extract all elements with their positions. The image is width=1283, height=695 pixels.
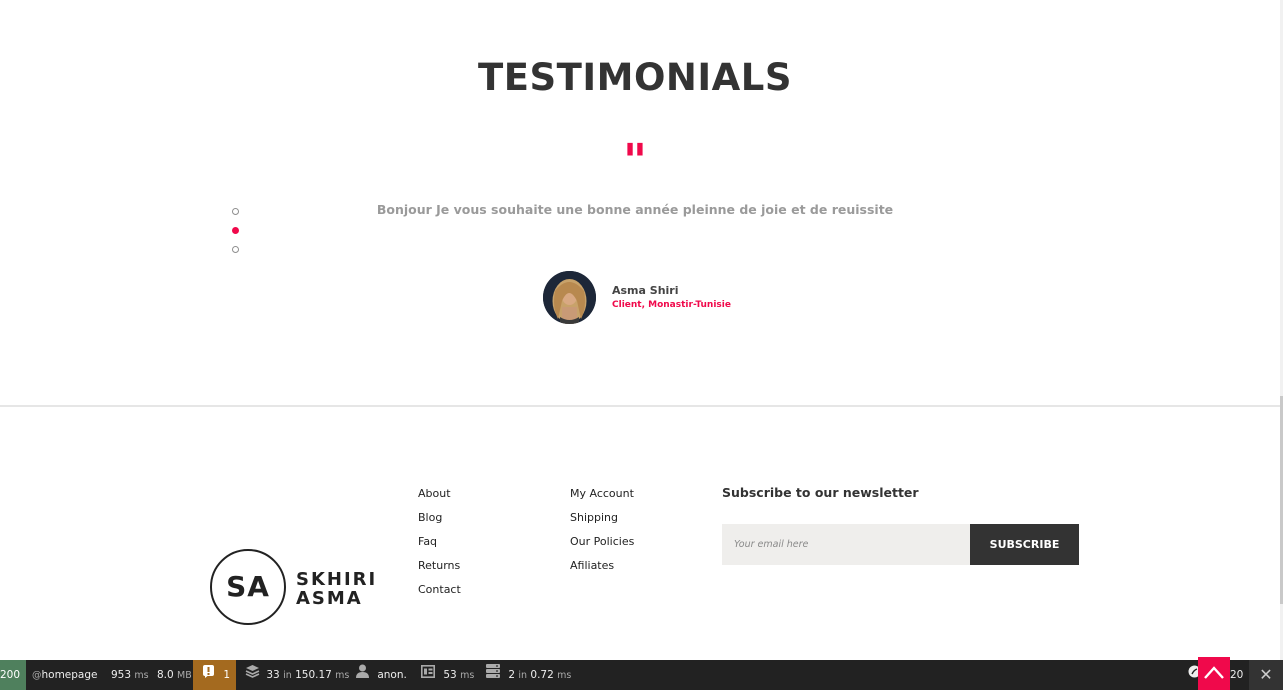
footer-link-faq[interactable]: Faq bbox=[418, 535, 461, 559]
memory-value: 8.0 bbox=[157, 669, 174, 681]
logo-line-1: SKHIRI bbox=[296, 569, 378, 590]
toolbar-twig[interactable]: 53 ms bbox=[421, 660, 474, 690]
toolbar-close-button[interactable]: ✕ bbox=[1249, 660, 1283, 690]
newsletter-email-input[interactable] bbox=[722, 524, 970, 565]
chevron-up-icon bbox=[1204, 666, 1224, 679]
time-value: 953 bbox=[111, 669, 132, 681]
memory-unit: MB bbox=[177, 670, 192, 681]
alert-icon bbox=[203, 660, 214, 690]
quote-mark-icon: " bbox=[623, 134, 647, 188]
user-name: anon. bbox=[377, 669, 407, 681]
template-icon bbox=[421, 660, 435, 690]
version-fragment: 20 bbox=[1230, 669, 1244, 681]
footer-link-contact[interactable]: Contact bbox=[418, 583, 461, 607]
cache-unit: ms bbox=[557, 670, 572, 681]
time-unit: ms bbox=[134, 670, 149, 681]
testimonials-title: TESTIMONIALS bbox=[477, 56, 793, 99]
database-layers-icon bbox=[245, 660, 260, 690]
cache-server-icon bbox=[486, 660, 500, 690]
route-prefix: @ bbox=[32, 670, 42, 681]
twig-time: 53 bbox=[443, 669, 457, 681]
toolbar-user[interactable]: anon. bbox=[356, 660, 407, 690]
footer-links-column-1: About Blog Faq Returns Contact bbox=[418, 487, 461, 607]
newsletter-title: Subscribe to our newsletter bbox=[722, 485, 919, 500]
db-unit: ms bbox=[335, 670, 350, 681]
toolbar-time[interactable]: 953 ms bbox=[111, 660, 149, 690]
db-in: in bbox=[283, 670, 292, 681]
scroll-to-top-button[interactable] bbox=[1198, 657, 1230, 690]
footer-link-afiliates[interactable]: Afiliates bbox=[570, 559, 634, 583]
footer-links-column-2: My Account Shipping Our Policies Afiliat… bbox=[570, 487, 634, 583]
logo-initials: SA bbox=[226, 570, 270, 603]
footer-link-shipping[interactable]: Shipping bbox=[570, 511, 634, 535]
alert-count: 1 bbox=[223, 669, 231, 681]
footer-link-blog[interactable]: Blog bbox=[418, 511, 461, 535]
author-name: Asma Shiri bbox=[612, 284, 679, 297]
status-code-text: 200 bbox=[0, 669, 21, 681]
cache-calls: 2 bbox=[508, 669, 516, 681]
testimonial-text: Bonjour Je vous souhaite une bonne année… bbox=[376, 202, 894, 217]
db-time: 150.17 bbox=[295, 669, 332, 681]
slider-dot-2-active[interactable] bbox=[232, 227, 239, 234]
debug-toolbar: 200 @homepage 953 ms 8.0 MB 1 33 in 150.… bbox=[0, 660, 1283, 690]
cache-in: in bbox=[518, 670, 528, 681]
footer-link-returns[interactable]: Returns bbox=[418, 559, 461, 583]
logo-line-2: ASMA bbox=[296, 588, 363, 609]
cache-time: 0.72 bbox=[530, 669, 554, 681]
toolbar-database[interactable]: 33 in 150.17 ms bbox=[245, 660, 349, 690]
slider-dot-3[interactable] bbox=[232, 246, 239, 253]
toolbar-route[interactable]: @homepage bbox=[32, 660, 98, 690]
toolbar-status-code[interactable]: 200 bbox=[0, 660, 26, 690]
author-role: Client, Monastir-Tunisie bbox=[612, 300, 731, 310]
toolbar-memory[interactable]: 8.0 MB bbox=[157, 660, 192, 690]
user-icon bbox=[356, 660, 369, 690]
subscribe-button[interactable]: SUBSCRIBE bbox=[970, 524, 1079, 565]
footer-link-my-account[interactable]: My Account bbox=[570, 487, 634, 511]
footer-divider bbox=[0, 405, 1280, 407]
route-name: homepage bbox=[41, 669, 98, 681]
toolbar-cache[interactable]: 2 in 0.72 ms bbox=[486, 660, 571, 690]
toolbar-alerts[interactable]: 1 bbox=[193, 660, 236, 690]
footer-link-about[interactable]: About bbox=[418, 487, 461, 511]
close-icon: ✕ bbox=[1259, 665, 1273, 684]
footer-link-our-policies[interactable]: Our Policies bbox=[570, 535, 634, 559]
author-avatar bbox=[543, 271, 596, 324]
toolbar-version[interactable]: 20 bbox=[1230, 660, 1243, 690]
twig-unit: ms bbox=[460, 670, 475, 681]
db-query-count: 33 bbox=[266, 669, 280, 681]
